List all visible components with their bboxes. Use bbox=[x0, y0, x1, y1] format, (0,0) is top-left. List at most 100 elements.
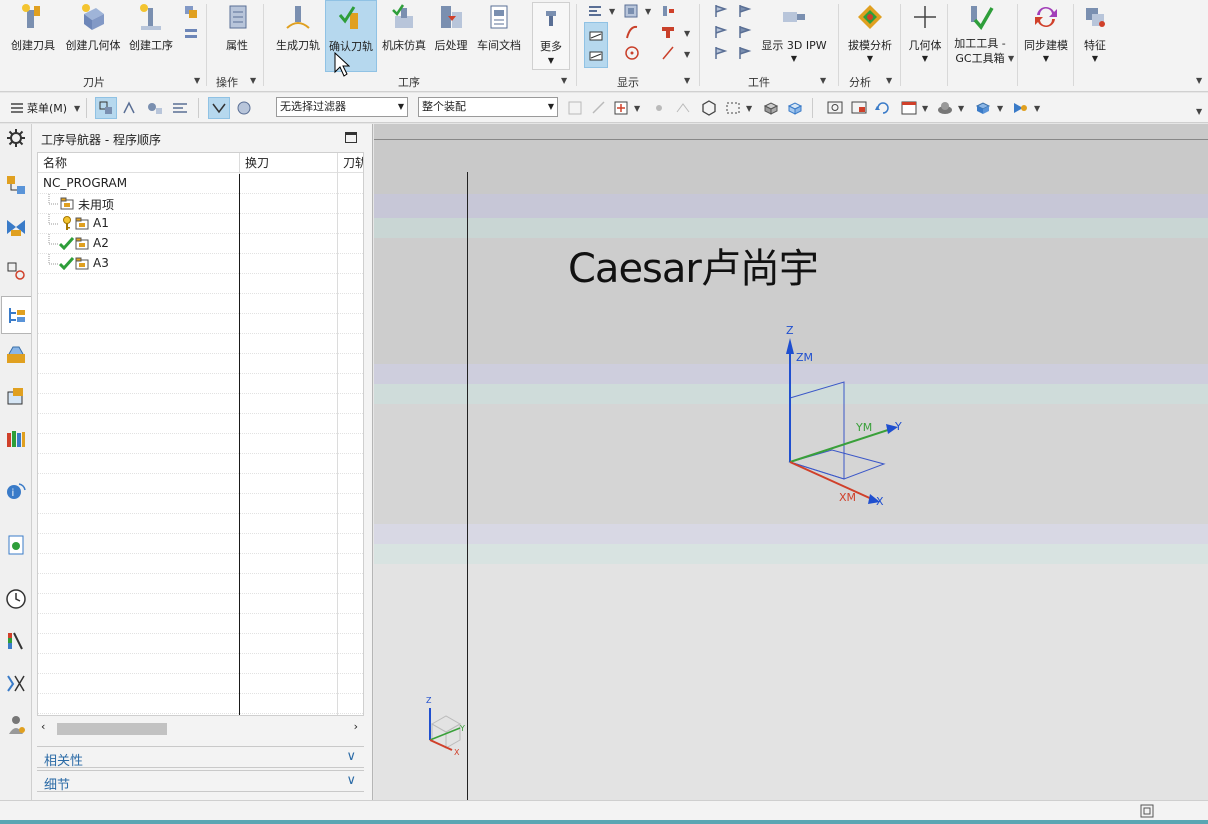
scroll-left-icon[interactable]: ‹ bbox=[41, 720, 45, 733]
insert-small-icon-2[interactable] bbox=[183, 26, 199, 42]
line-icon[interactable] bbox=[660, 45, 676, 61]
chevron-down-icon[interactable]: ▼ bbox=[997, 104, 1003, 113]
chevron-down-icon[interactable]: ▼ bbox=[1196, 107, 1202, 116]
generate-toolpath-button[interactable]: 生成刀轨 bbox=[272, 2, 324, 70]
visibility-icon[interactable] bbox=[1011, 99, 1029, 117]
properties-button[interactable]: 属性 bbox=[216, 2, 258, 70]
insert-small-icon[interactable] bbox=[183, 4, 199, 20]
snap-grid-icon[interactable] bbox=[566, 99, 584, 117]
table-row[interactable]: A3 bbox=[38, 254, 363, 274]
create-operation-button[interactable]: 创建工序 bbox=[127, 2, 175, 70]
reuse-library-icon[interactable] bbox=[5, 428, 27, 450]
fullscreen-icon[interactable] bbox=[1140, 804, 1154, 818]
draft-analysis-button[interactable]: 拔模分析 ▼ bbox=[846, 2, 894, 70]
wireframe-view-icon[interactable] bbox=[786, 99, 804, 117]
system-materials-icon[interactable] bbox=[5, 630, 27, 652]
scrollbar-thumb[interactable] bbox=[57, 723, 167, 735]
workpiece-flag-icon-4[interactable] bbox=[737, 24, 753, 40]
orient-view-icon[interactable] bbox=[900, 99, 918, 117]
select-mode-icon-4[interactable] bbox=[171, 99, 189, 117]
machine-tool-navigator-icon[interactable] bbox=[5, 344, 27, 366]
create-geometry-button[interactable]: 创建几何体 bbox=[64, 2, 122, 70]
display-toolpath-icon[interactable] bbox=[587, 3, 603, 19]
chevron-down-icon[interactable]: ▼ bbox=[561, 76, 567, 85]
chevron-down-icon[interactable]: ▼ bbox=[634, 104, 640, 113]
history-clock-icon[interactable] bbox=[5, 588, 27, 610]
chevron-down-icon[interactable]: ▼ bbox=[922, 104, 928, 113]
chevron-down-icon[interactable]: ▼ bbox=[886, 76, 892, 85]
chevron-down-icon[interactable]: ▼ bbox=[74, 104, 80, 113]
machining-tool-gc-button[interactable]: 加工工具 - GC工具箱 bbox=[950, 2, 1010, 70]
gear-icon[interactable] bbox=[5, 127, 27, 149]
hexagon-icon[interactable] bbox=[700, 99, 718, 117]
assembly-navigator-icon[interactable] bbox=[5, 174, 27, 196]
display-geometry-icon[interactable] bbox=[623, 3, 639, 19]
snap-midpoint-icon[interactable] bbox=[612, 99, 630, 117]
chevron-down-icon[interactable]: ▼ bbox=[1008, 54, 1014, 63]
machine-simulation-button[interactable]: 机床仿真 bbox=[380, 2, 428, 70]
chevron-down-icon[interactable]: ▼ bbox=[609, 7, 615, 16]
operation-navigator-tab-active[interactable] bbox=[1, 296, 31, 334]
process-studio-icon[interactable] bbox=[5, 672, 27, 694]
workpiece-flag-icon-5[interactable] bbox=[713, 45, 729, 61]
workpiece-flag-icon-3[interactable] bbox=[713, 24, 729, 40]
hd3d-tools-icon[interactable]: i bbox=[5, 480, 27, 502]
details-panel[interactable]: 细节 ∨ bbox=[37, 770, 364, 793]
select-mode-icon-3[interactable] bbox=[146, 99, 164, 117]
table-row[interactable]: A1 bbox=[38, 214, 363, 234]
menu-icon[interactable] bbox=[8, 99, 26, 117]
scroll-right-icon[interactable]: › bbox=[354, 720, 358, 733]
curve-icon[interactable] bbox=[624, 24, 640, 40]
feature-button[interactable]: 特征 ▼ bbox=[1076, 2, 1114, 70]
select-mode-active[interactable] bbox=[95, 97, 117, 119]
chevron-down-icon[interactable]: ▼ bbox=[684, 50, 690, 59]
graphics-window[interactable]: Caesar卢尚宇 Z ZM Y YM X XM Z Y X bbox=[374, 124, 1208, 800]
snap-endpoint-icon[interactable] bbox=[590, 99, 608, 117]
chevron-down-icon[interactable]: ▼ bbox=[820, 76, 826, 85]
column-header-toolpath[interactable]: 刀轨 bbox=[338, 153, 363, 173]
horizontal-scrollbar[interactable]: ‹ › bbox=[37, 720, 364, 736]
menu-button[interactable]: 菜单(M) bbox=[27, 100, 67, 116]
rectangle-select-icon[interactable] bbox=[724, 99, 742, 117]
create-tool-button[interactable]: 创建刀具 bbox=[8, 2, 58, 70]
chevron-down-icon[interactable]: ▼ bbox=[1196, 76, 1202, 85]
table-row[interactable]: A2 bbox=[38, 234, 363, 254]
more-button[interactable]: 更多 ▼ bbox=[532, 2, 570, 70]
work-coordinate-system[interactable] bbox=[774, 324, 914, 514]
snap-point-icon[interactable] bbox=[650, 99, 668, 117]
constraint-navigator-icon[interactable] bbox=[5, 216, 27, 238]
postprocess-button[interactable]: 后处理 bbox=[431, 2, 471, 70]
shop-docs-button[interactable]: 车间文档 bbox=[474, 2, 524, 70]
verify-toolpath-button[interactable]: 确认刀轨 bbox=[325, 0, 377, 72]
chevron-down-icon[interactable]: ▼ bbox=[250, 76, 256, 85]
column-header-name[interactable]: 名称 bbox=[38, 153, 239, 173]
selection-filter-dropdown[interactable]: 无选择过滤器 ▼ bbox=[276, 97, 408, 117]
snap-control-icon[interactable] bbox=[674, 99, 692, 117]
chevron-down-icon[interactable]: ▼ bbox=[958, 104, 964, 113]
select-mode-icon-2[interactable] bbox=[121, 99, 139, 117]
rotate-view-icon[interactable] bbox=[874, 99, 892, 117]
display-active-toggle[interactable] bbox=[584, 22, 608, 68]
snap-icon-2[interactable] bbox=[235, 99, 253, 117]
table-row[interactable]: NC_PROGRAM bbox=[38, 174, 363, 194]
chevron-down-icon[interactable]: ▼ bbox=[746, 104, 752, 113]
display-tool-icon[interactable] bbox=[660, 3, 676, 19]
show-3d-ipw-button[interactable]: 显示 3D IPW ▼ bbox=[760, 2, 828, 70]
chevron-down-icon[interactable]: ▼ bbox=[645, 7, 651, 16]
fit-view-icon[interactable] bbox=[826, 99, 844, 117]
zoom-view-icon[interactable] bbox=[850, 99, 868, 117]
workpiece-flag-icon-6[interactable] bbox=[737, 45, 753, 61]
section-icon[interactable] bbox=[660, 24, 676, 40]
chevron-down-icon[interactable]: ▼ bbox=[194, 76, 200, 85]
roles-icon[interactable] bbox=[5, 714, 27, 736]
chevron-down-icon[interactable]: ▼ bbox=[1034, 104, 1040, 113]
edge-style-icon[interactable] bbox=[974, 99, 992, 117]
workpiece-flag-icon-2[interactable] bbox=[737, 3, 753, 19]
dependencies-panel[interactable]: 相关性 ∨ bbox=[37, 746, 364, 769]
assembly-scope-dropdown[interactable]: 整个装配 ▼ bbox=[418, 97, 558, 117]
synchronous-modeling-button[interactable]: 同步建模 ▼ bbox=[1022, 2, 1070, 70]
chevron-down-icon[interactable]: ▼ bbox=[684, 29, 690, 38]
shaded-view-icon[interactable] bbox=[762, 99, 780, 117]
render-style-icon[interactable] bbox=[936, 99, 954, 117]
geometry-button[interactable]: 几何体 ▼ bbox=[904, 2, 946, 70]
